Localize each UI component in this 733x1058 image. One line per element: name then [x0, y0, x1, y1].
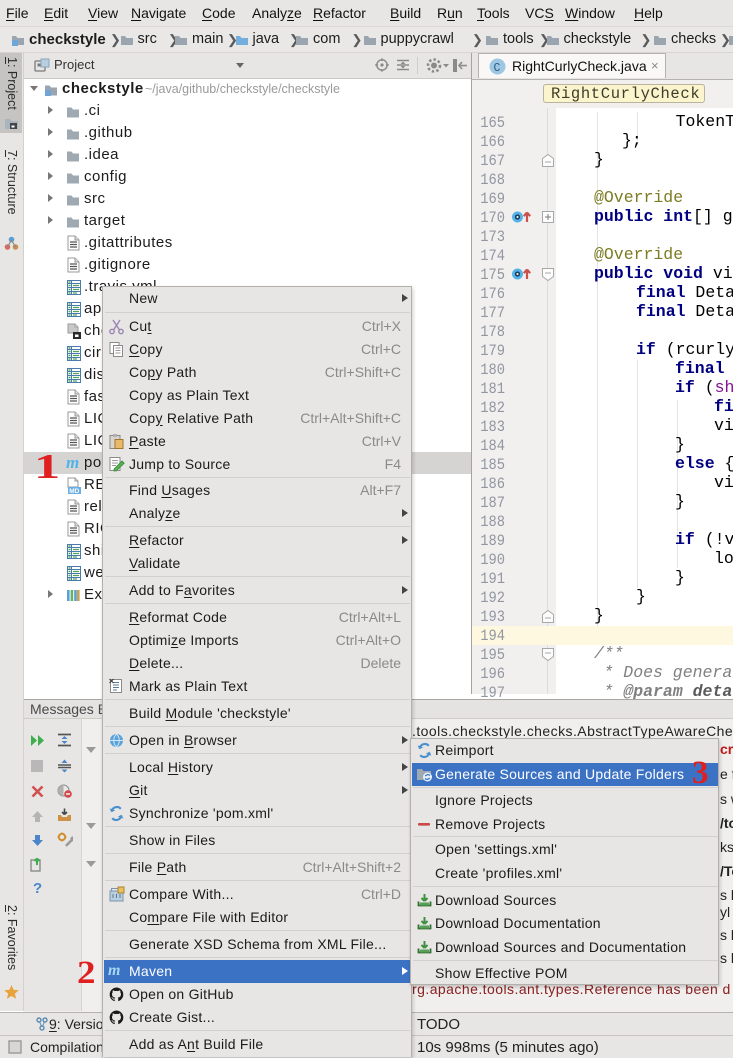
svg-text:MD: MD — [69, 488, 79, 494]
svg-text:C: C — [494, 62, 501, 75]
